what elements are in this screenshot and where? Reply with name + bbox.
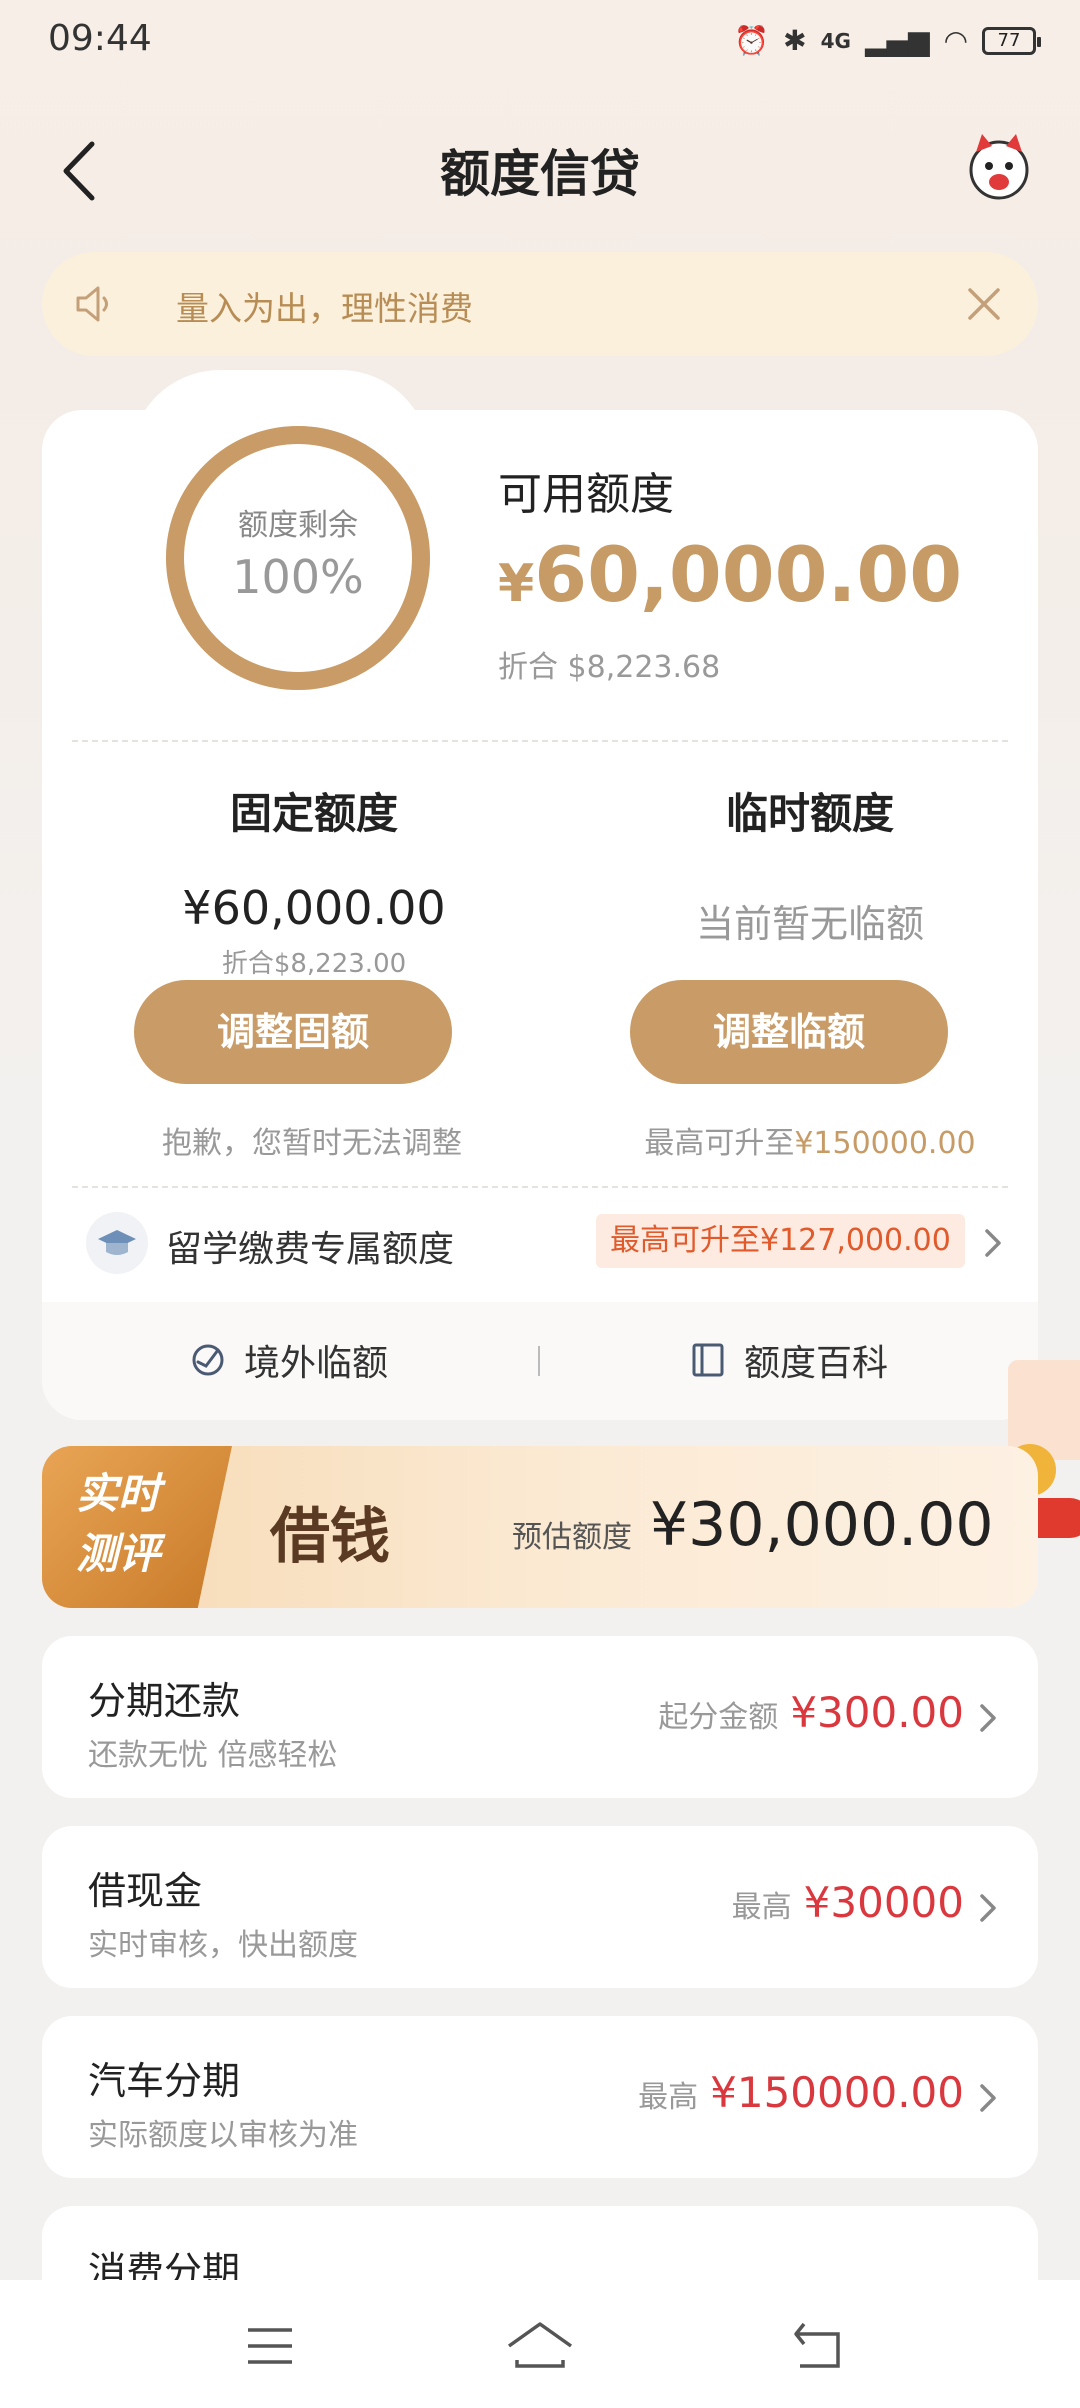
temp-note-amount: ¥150000.00 <box>794 1126 976 1161</box>
wifi-icon: ◠ <box>943 24 968 57</box>
fixed-credit-amount: ¥60,000.00 <box>182 881 446 935</box>
list-item-prefix: 最高 <box>731 1890 792 1925</box>
tool-row: 境外临额 额度百科 <box>42 1302 1038 1420</box>
estimate-value: ¥30,000.00 <box>650 1490 994 1560</box>
list-item-value: 最高 ¥30000 <box>732 1878 964 1927</box>
list-item-car-installment[interactable]: 汽车分期 实际额度以审核为准 最高 ¥150000.00 <box>42 2016 1038 2178</box>
list-item-value: 起分金额 ¥300.00 <box>658 1688 964 1737</box>
available-amount: ¥60,000.00 <box>498 530 962 619</box>
fixed-note: 抱歉，您暂时无法调整 <box>162 1126 462 1161</box>
book-icon <box>692 1343 724 1377</box>
credit-wiki-link[interactable]: 额度百科 <box>688 1334 888 1386</box>
chevron-right-icon <box>985 1229 1001 1257</box>
temp-credit-section: 临时额度 当前暂无临额 <box>630 780 990 948</box>
ring-label: 额度剩余 <box>238 508 358 543</box>
divider <box>72 1186 1008 1188</box>
alarm-icon: ⏰ <box>734 24 770 57</box>
fixed-credit-conversion: 折合$8,223.00 <box>221 949 407 979</box>
list-item-installment-repayment[interactable]: 分期还款 还款无忧 倍感轻松 起分金额 ¥300.00 <box>42 1636 1038 1798</box>
temp-note-prefix: 最高可升至 <box>644 1126 795 1161</box>
status-bar: 09:44 ⏰ ✱ 4G ▂▄▆ ◠ 77 <box>0 0 1080 84</box>
fixed-credit-title: 固定额度 <box>229 789 398 838</box>
available-number: 60,000.00 <box>534 530 963 619</box>
estimate-label: 预估额度 <box>512 1520 632 1555</box>
list-item-title: 汽车分期 <box>88 2059 241 2103</box>
battery-icon: 77 <box>982 26 1041 55</box>
adjust-temp-button[interactable]: 调整临额 <box>630 980 948 1084</box>
list-item-subtitle: 实时审核，快出额度 <box>88 1928 358 1963</box>
credit-card: 额度剩余 100% 可用额度 ¥60,000.00 折合 $8,223.68 固… <box>42 410 1038 1420</box>
temp-credit-status: 当前暂无临额 <box>695 902 924 946</box>
list-item-cash-loan[interactable]: 借现金 实时审核，快出额度 最高 ¥30000 <box>42 1826 1038 1988</box>
close-icon[interactable] <box>960 280 1008 328</box>
list-item-subtitle: 还款无忧 倍感轻松 <box>88 1738 338 1773</box>
fixed-credit-section: 固定额度 ¥60,000.00 折合$8,223.00 <box>134 780 494 980</box>
tag-line-1: 实时 <box>76 1469 161 1518</box>
list-item-amount: ¥150000.00 <box>710 2068 964 2117</box>
notice-bar: 量入为出，理性消费 <box>42 252 1038 356</box>
loan-banner[interactable]: 实时 测评 借钱 预估额度 ¥30,000.00 <box>42 1446 1038 1608</box>
menu-icon[interactable] <box>240 2316 300 2376</box>
currency-symbol: ¥ <box>498 554 535 614</box>
list-item-amount: ¥300.00 <box>790 1688 964 1737</box>
study-credit-badge: 最高可升至¥127,000.00 <box>596 1214 965 1268</box>
tool-separator <box>538 1346 540 1376</box>
list-item-amount: ¥30000 <box>803 1878 964 1927</box>
realtime-eval-text: 实时 测评 <box>76 1464 160 1584</box>
ring-value: 100% <box>232 550 364 604</box>
adjust-fixed-button[interactable]: 调整固额 <box>134 980 452 1084</box>
tag-line-2: 测评 <box>76 1529 161 1578</box>
home-icon[interactable] <box>505 2316 575 2376</box>
overseas-temp-credit-label: 境外临额 <box>244 1343 389 1384</box>
temp-note: 最高可升至¥150000.00 <box>580 1118 1040 1162</box>
bluetooth-icon: ✱ <box>783 24 807 57</box>
list-item-prefix: 起分金额 <box>658 1700 779 1735</box>
status-icons: ⏰ ✱ 4G ▂▄▆ ◠ 77 <box>734 24 1041 57</box>
available-conversion: 折合 $8,223.68 <box>498 650 721 685</box>
back-nav-icon[interactable] <box>790 2316 850 2376</box>
list-item-title: 分期还款 <box>88 1679 241 1723</box>
list-item-prefix: 最高 <box>638 2080 699 2115</box>
chevron-right-icon <box>980 2084 996 2112</box>
overseas-temp-credit-link[interactable]: 境外临额 <box>188 1334 388 1386</box>
speaker-icon <box>76 286 108 322</box>
temp-credit-title: 临时额度 <box>725 789 894 838</box>
study-credit-label: 留学缴费专属额度 <box>166 1229 455 1270</box>
header: 额度信贷 <box>0 110 1080 230</box>
network-label: 4G <box>820 28 851 53</box>
graduation-cap-icon <box>86 1212 148 1274</box>
loan-title: 借钱 <box>270 1502 390 1572</box>
chevron-right-icon <box>980 1894 996 1922</box>
page-title: 额度信贷 <box>440 145 640 203</box>
refresh-globe-icon <box>192 1344 224 1376</box>
notice-text: 量入为出，理性消费 <box>176 289 473 328</box>
mascot-icon[interactable] <box>962 130 1036 204</box>
list-item-title: 借现金 <box>88 1869 203 1913</box>
list-item-subtitle: 实际额度以审核为准 <box>88 2118 358 2153</box>
signal-icon: ▂▄▆ <box>864 24 930 57</box>
available-label: 可用额度 <box>498 469 674 520</box>
list-item-value: 最高 ¥150000.00 <box>638 2068 964 2117</box>
study-credit-row[interactable]: 留学缴费专属额度 最高可升至¥127,000.00 <box>42 1200 1038 1290</box>
bottom-nav <box>0 2280 1080 2408</box>
status-time: 09:44 <box>48 18 152 59</box>
credit-wiki-label: 额度百科 <box>744 1343 889 1384</box>
divider <box>72 740 1008 742</box>
chevron-right-icon <box>980 1704 996 1732</box>
